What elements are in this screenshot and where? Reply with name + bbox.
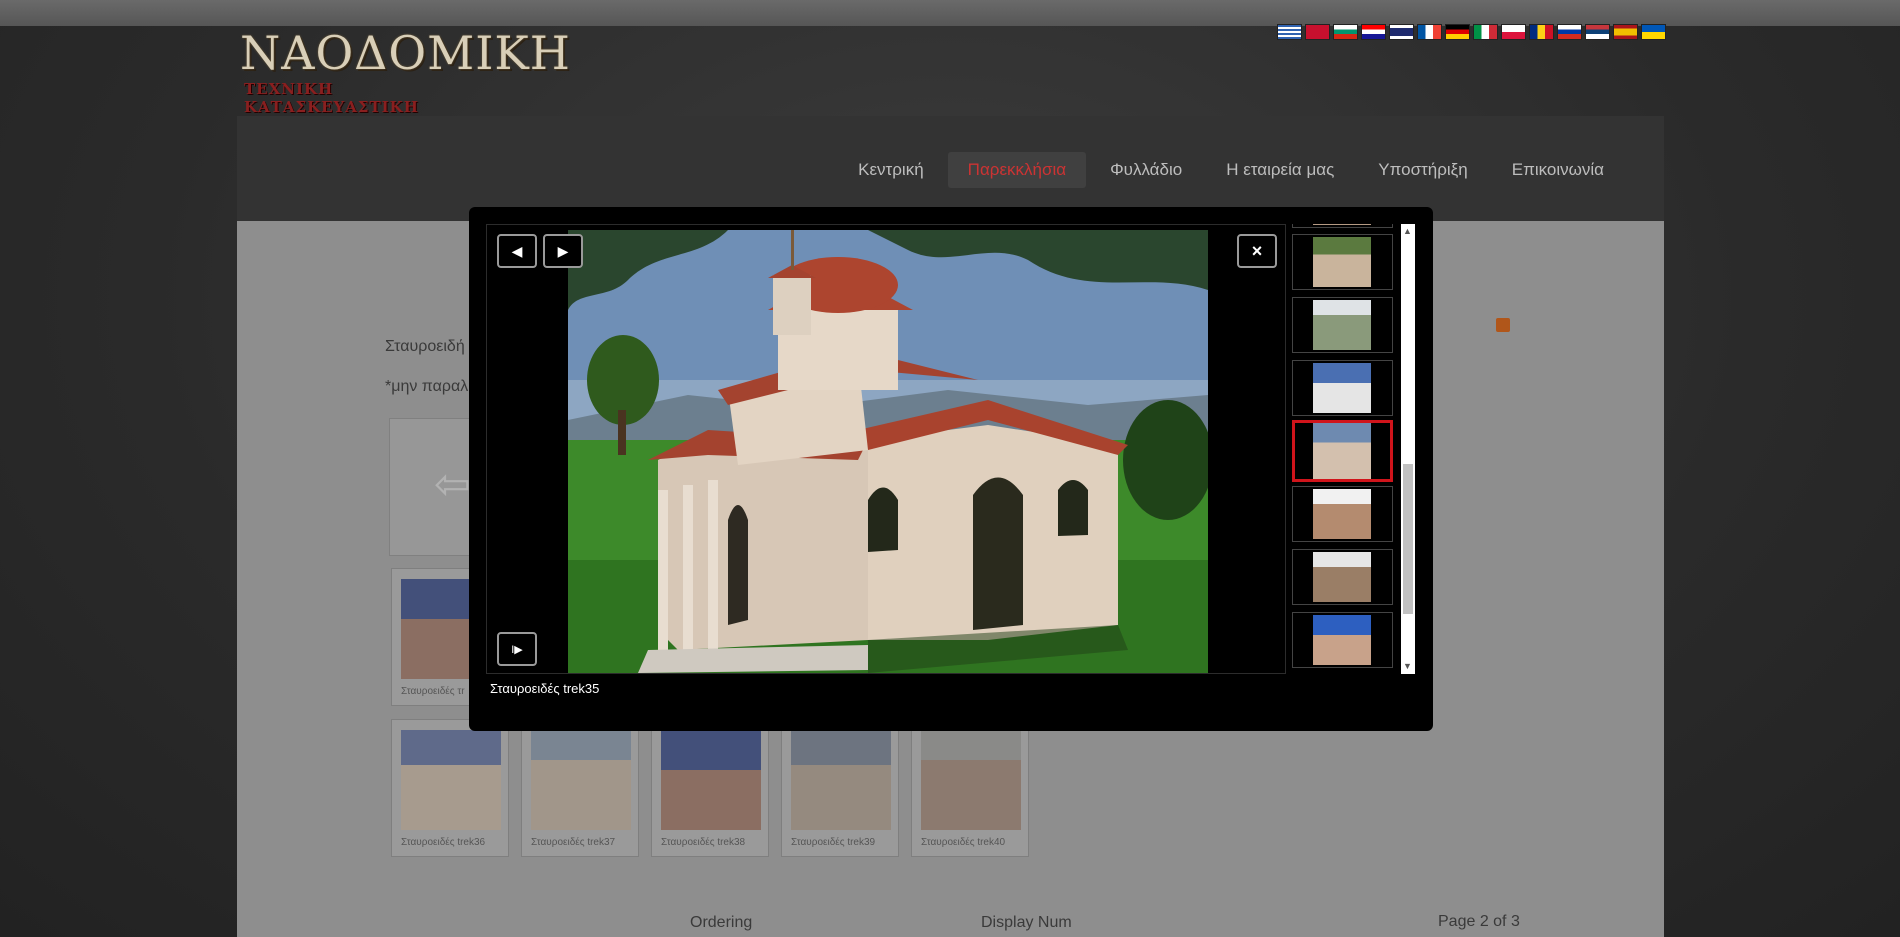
gallery-caption: Σταυροειδές trek37	[531, 837, 616, 848]
flag-russian-icon[interactable]	[1557, 24, 1582, 40]
gallery-card[interactable]: Σταυροειδές trek37	[521, 719, 639, 857]
close-button[interactable]: ×	[1237, 234, 1277, 268]
category-note: *μην παραλ	[385, 378, 469, 395]
thumbnail[interactable]	[1292, 486, 1393, 542]
rss-icon[interactable]	[1496, 318, 1510, 332]
thumbnail[interactable]	[1292, 360, 1393, 416]
nav-item-chapels[interactable]: Παρεκκλήσια	[947, 152, 1087, 188]
gallery-thumbnail	[531, 730, 631, 830]
lightbox-stage: ◀ ▶ × I▶	[486, 224, 1286, 674]
logo-subtitle: ΤΕΧΝΙΚΗ ΚΑΤΑΣΚΕΥΑΣΤΙΚΗ	[244, 80, 419, 116]
nav-item-brochure[interactable]: Φυλλάδιο	[1090, 152, 1202, 188]
category-title: Σταυροειδή	[385, 338, 465, 355]
flag-french-icon[interactable]	[1417, 24, 1442, 40]
gallery-caption: Σταυροειδές trek36	[401, 837, 486, 848]
gallery-card[interactable]: Σταυροειδές trek40	[911, 719, 1029, 857]
lightbox-caption: Σταυροειδές trek35	[490, 681, 600, 696]
nav-item-contact[interactable]: Επικοινωνία	[1492, 152, 1624, 188]
top-strip	[0, 0, 1900, 26]
gallery-thumbnail	[401, 730, 501, 830]
flag-english-icon[interactable]	[1389, 24, 1414, 40]
nav-item-company[interactable]: Η εταιρεία μας	[1206, 152, 1354, 188]
thumbnail[interactable]	[1292, 297, 1393, 353]
prev-button[interactable]: ◀	[497, 234, 537, 268]
thumbnail-scrollbar[interactable]: ▲ ▼	[1401, 224, 1415, 674]
thumbnail-strip[interactable]	[1289, 224, 1401, 674]
next-button[interactable]: ▶	[543, 234, 583, 268]
thumbnail[interactable]	[1292, 234, 1393, 290]
page-indicator: Page 2 of 3	[1438, 913, 1520, 930]
flag-german-icon[interactable]	[1445, 24, 1470, 40]
nav-item-support[interactable]: Υποστήριξη	[1358, 152, 1487, 188]
thumbnail[interactable]	[1292, 549, 1393, 605]
flag-spanish-icon[interactable]	[1613, 24, 1638, 40]
flag-bulgarian-icon[interactable]	[1333, 24, 1358, 40]
scroll-up-icon[interactable]: ▲	[1403, 226, 1412, 236]
thumbnail[interactable]	[1292, 224, 1393, 228]
scrollbar-thumb[interactable]	[1403, 464, 1413, 614]
gallery-card[interactable]: Σταυροειδές trek38	[651, 719, 769, 857]
gallery-caption: Σταυροειδές τr	[401, 686, 465, 697]
flag-albanian-icon[interactable]	[1305, 24, 1330, 40]
scroll-down-icon[interactable]: ▼	[1403, 661, 1412, 671]
main-photo	[568, 230, 1208, 673]
gallery-caption: Σταυροειδές trek38	[661, 837, 746, 848]
lightbox-modal: ◀ ▶ × I▶ ▲ ▼ Σταυροειδές trek35	[469, 207, 1433, 731]
display-num-label[interactable]: Display Num	[981, 914, 1072, 932]
gallery-thumbnail	[791, 730, 891, 830]
flag-polish-icon[interactable]	[1501, 24, 1526, 40]
main-navigation: Κεντρική Παρεκκλήσια Φυλλάδιο Η εταιρεία…	[237, 116, 1664, 221]
nav-menu: Κεντρική Παρεκκλήσια Φυλλάδιο Η εταιρεία…	[838, 152, 1624, 188]
selected-thumbnail[interactable]	[1292, 420, 1393, 482]
back-arrow-icon: ⇦	[434, 460, 471, 509]
flag-ukrainian-icon[interactable]	[1641, 24, 1666, 40]
gallery-card[interactable]: Σταυροειδές trek36	[391, 719, 509, 857]
flag-romanian-icon[interactable]	[1529, 24, 1554, 40]
gallery-thumbnail	[921, 730, 1021, 830]
flag-croatian-icon[interactable]	[1361, 24, 1386, 40]
site-logo[interactable]: ΝΑΟΔΟΜΙΚΗ ΤΕΧΝΙΚΗ ΚΑΤΑΣΚΕΥΑΣΤΙΚΗ	[240, 26, 571, 116]
thumbnail[interactable]	[1292, 612, 1393, 668]
ordering-label[interactable]: Ordering	[690, 914, 752, 932]
flag-italian-icon[interactable]	[1473, 24, 1498, 40]
language-flags	[1277, 24, 1666, 40]
nav-item-home[interactable]: Κεντρική	[838, 152, 944, 188]
gallery-caption: Σταυροειδές trek39	[791, 837, 876, 848]
gallery-caption: Σταυροειδές trek40	[921, 837, 1006, 848]
gallery-card[interactable]: Σταυροειδές trek39	[781, 719, 899, 857]
logo-title: ΝΑΟΔΟΜΙΚΗ	[240, 26, 571, 80]
flag-serbian-icon[interactable]	[1585, 24, 1610, 40]
slideshow-play-button[interactable]: I▶	[497, 632, 537, 666]
flag-greek-icon[interactable]	[1277, 24, 1302, 40]
gallery-thumbnail	[661, 730, 761, 830]
